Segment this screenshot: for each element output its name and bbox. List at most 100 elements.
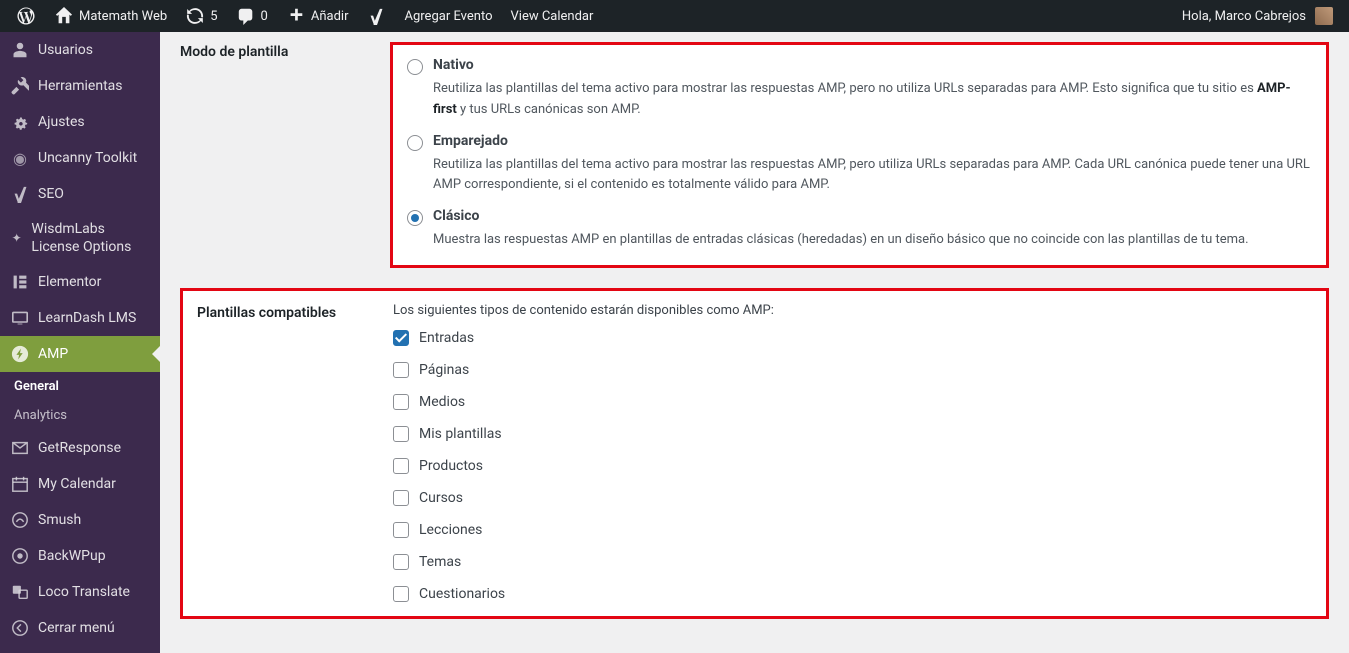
sidebar-item-learndash[interactable]: LearnDash LMS — [0, 300, 160, 336]
admin-topbar: Matemath Web 5 0 Añadir Agregar Ev — [0, 0, 1349, 32]
sidebar-item-label: Ajustes — [38, 114, 85, 130]
plus-icon — [286, 6, 306, 26]
site-name-label: Matemath Web — [79, 9, 167, 24]
radio-desc: Muestra las respuestas AMP en plantillas… — [433, 230, 1312, 251]
license-icon: ✦ — [10, 228, 23, 248]
avatar — [1315, 7, 1333, 25]
topbar-left: Matemath Web 5 0 Añadir Agregar Ev — [8, 0, 601, 32]
radio-desc: Reutiliza las plantillas del tema activo… — [433, 155, 1312, 197]
check-input[interactable] — [393, 330, 409, 346]
sidebar-item-loco[interactable]: Loco Translate — [0, 574, 160, 610]
radio-desc: Reutiliza las plantillas del tema activo… — [433, 79, 1312, 121]
check-item-cursos[interactable]: Cursos — [393, 490, 1312, 506]
check-input[interactable] — [393, 362, 409, 378]
check-input[interactable] — [393, 554, 409, 570]
check-item-cuestionarios[interactable]: Cuestionarios — [393, 586, 1312, 602]
sidebar-sub-label: Analytics — [14, 408, 67, 423]
view-calendar-label: View Calendar — [511, 9, 594, 24]
sidebar-item-uncanny[interactable]: ◉ Uncanny Toolkit — [0, 140, 160, 176]
check-item-medios[interactable]: Medios — [393, 394, 1312, 410]
check-input[interactable] — [393, 522, 409, 538]
check-item-productos[interactable]: Productos — [393, 458, 1312, 474]
update-icon — [185, 6, 205, 26]
sidebar-item-label: SEO — [38, 186, 64, 202]
sidebar-item-label: LearnDash LMS — [38, 310, 136, 326]
backup-icon — [10, 546, 30, 566]
uncanny-icon: ◉ — [10, 148, 30, 168]
sidebar-item-usuarios[interactable]: Usuarios — [0, 32, 160, 68]
radio-input[interactable] — [407, 135, 423, 151]
yoast-menu[interactable] — [358, 0, 394, 32]
radio-input[interactable] — [407, 210, 423, 226]
sidebar-item-herramientas[interactable]: Herramientas — [0, 68, 160, 104]
calendar-icon — [10, 474, 30, 494]
sidebar-item-mycalendar[interactable]: My Calendar — [0, 466, 160, 502]
updates-count: 5 — [210, 9, 217, 24]
account-menu[interactable]: Hola, Marco Cabrejos — [1174, 0, 1341, 32]
sidebar-item-wisdmlabs[interactable]: ✦ WisdmLabs License Options — [0, 212, 160, 264]
sidebar-sub-label: General — [14, 379, 59, 394]
sidebar-sub-analytics[interactable]: Analytics — [0, 401, 160, 430]
check-item-entradas[interactable]: Entradas — [393, 330, 1312, 346]
sidebar-sub-general[interactable]: General — [0, 372, 160, 401]
yoast-icon — [366, 6, 386, 26]
sidebar-item-label: Loco Translate — [38, 584, 130, 600]
wp-logo-menu[interactable] — [8, 0, 44, 32]
check-input[interactable] — [393, 394, 409, 410]
collapse-icon — [10, 618, 30, 638]
admin-sidebar: Usuarios Herramientas Ajustes ◉ Uncanny … — [0, 32, 160, 653]
comment-icon — [236, 6, 256, 26]
sidebar-item-label: Uncanny Toolkit — [38, 150, 137, 166]
add-new-menu[interactable]: Añadir — [278, 0, 357, 32]
sidebar-item-getresponse[interactable]: GetResponse — [0, 430, 160, 466]
radio-body: Clásico Muestra las respuestas AMP en pl… — [433, 208, 1312, 251]
sidebar-item-label: AMP — [38, 346, 68, 362]
sidebar-item-amp[interactable]: AMP — [0, 336, 160, 372]
check-item-misplantillas[interactable]: Mis plantillas — [393, 426, 1312, 442]
sidebar-item-ajustes[interactable]: Ajustes — [0, 104, 160, 140]
check-item-lecciones[interactable]: Lecciones — [393, 522, 1312, 538]
seo-icon — [10, 184, 30, 204]
radio-option-nativo[interactable]: Nativo Reutiliza las plantillas del tema… — [407, 57, 1312, 121]
check-input[interactable] — [393, 458, 409, 474]
supported-templates-fieldset: Plantillas compatibles Los siguientes ti… — [180, 288, 1329, 619]
check-input[interactable] — [393, 586, 409, 602]
sidebar-item-label: Herramientas — [38, 78, 123, 94]
sidebar-item-elementor[interactable]: Elementor — [0, 264, 160, 300]
comments-count: 0 — [261, 9, 268, 24]
smush-icon — [10, 510, 30, 530]
check-label: Entradas — [419, 330, 474, 346]
comments-menu[interactable]: 0 — [228, 0, 276, 32]
radio-title: Nativo — [433, 57, 1312, 73]
sidebar-item-label: Cerrar menú — [38, 620, 115, 636]
check-input[interactable] — [393, 426, 409, 442]
check-item-temas[interactable]: Temas — [393, 554, 1312, 570]
users-icon — [10, 40, 30, 60]
radio-option-emparejado[interactable]: Emparejado Reutiliza las plantillas del … — [407, 133, 1312, 197]
add-new-label: Añadir — [311, 9, 349, 24]
sidebar-item-smush[interactable]: Smush — [0, 502, 160, 538]
main-content: Modo de plantilla Nativo Reutiliza las p… — [160, 32, 1349, 653]
radio-title: Emparejado — [433, 133, 1312, 149]
sidebar-item-seo[interactable]: SEO — [0, 176, 160, 212]
home-icon — [54, 6, 74, 26]
sidebar-item-label: Usuarios — [38, 42, 93, 58]
agregar-evento-menu[interactable]: Agregar Evento — [396, 0, 500, 32]
check-input[interactable] — [393, 490, 409, 506]
desc-post: y tus URLs canónicas son AMP. — [457, 102, 641, 117]
view-calendar-menu[interactable]: View Calendar — [503, 0, 602, 32]
settings-icon — [10, 112, 30, 132]
desc-pre: Reutiliza las plantillas del tema activo… — [433, 81, 1257, 96]
radio-input[interactable] — [407, 59, 423, 75]
radio-option-clasico[interactable]: Clásico Muestra las respuestas AMP en pl… — [407, 208, 1312, 251]
learndash-icon — [10, 308, 30, 328]
sidebar-item-backwpup[interactable]: BackWPup — [0, 538, 160, 574]
check-item-paginas[interactable]: Páginas — [393, 362, 1312, 378]
sidebar-item-collapse[interactable]: Cerrar menú — [0, 610, 160, 646]
check-label: Cuestionarios — [419, 586, 505, 602]
template-mode-row: Modo de plantilla Nativo Reutiliza las p… — [180, 42, 1329, 268]
sidebar-item-label: GetResponse — [38, 440, 121, 456]
site-name-menu[interactable]: Matemath Web — [46, 0, 175, 32]
updates-menu[interactable]: 5 — [177, 0, 225, 32]
greeting-label: Hola, Marco Cabrejos — [1182, 9, 1306, 24]
